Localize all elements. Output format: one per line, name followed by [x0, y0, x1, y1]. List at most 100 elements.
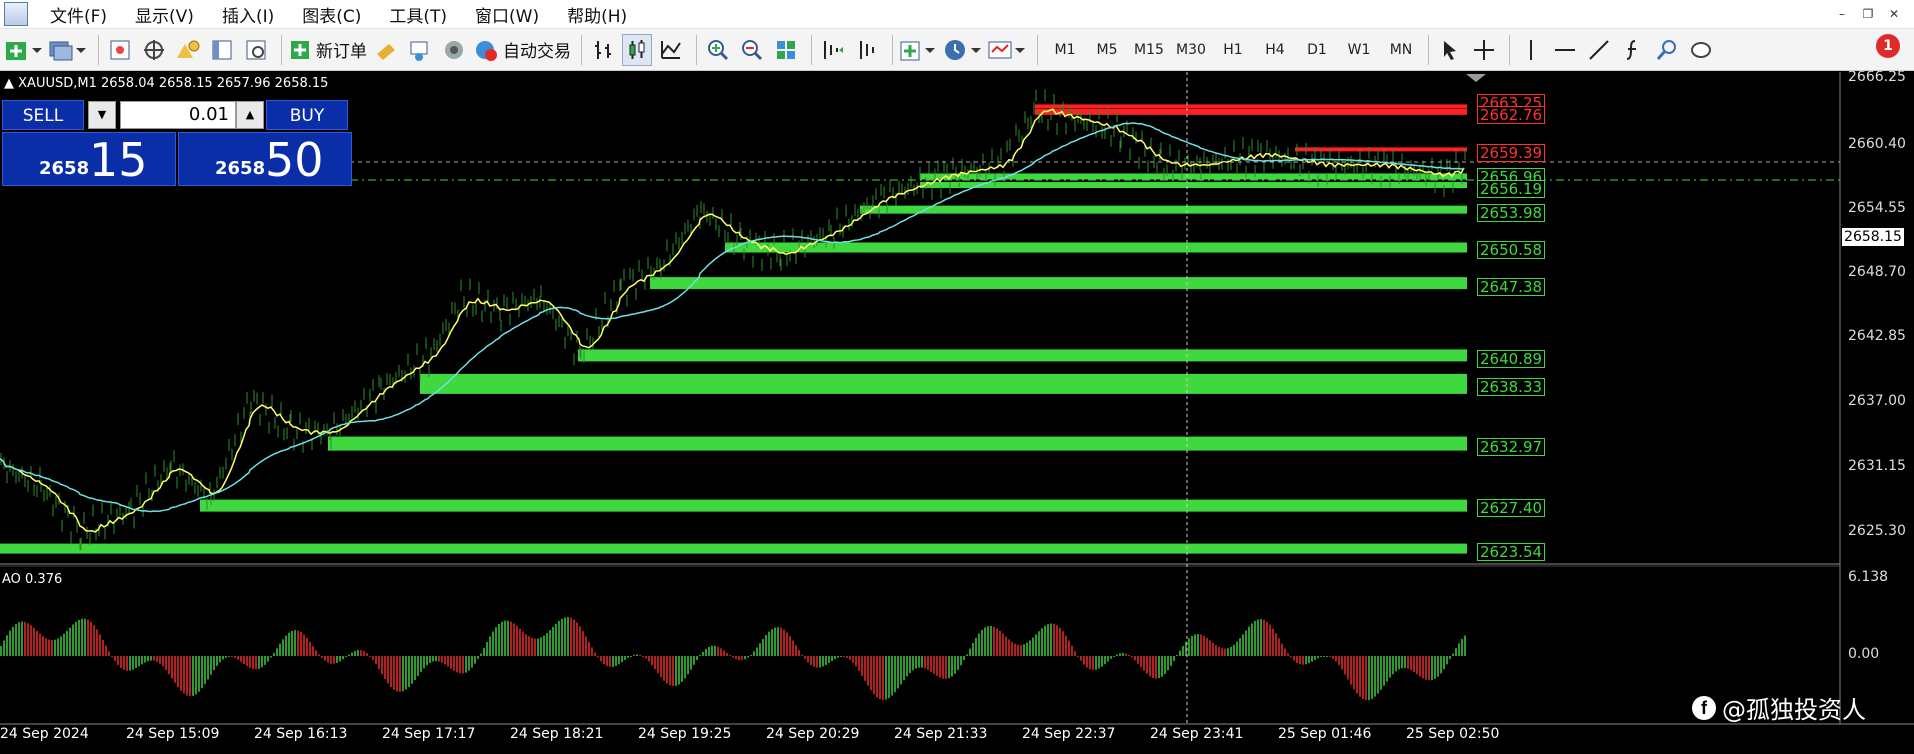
ao-bar	[582, 631, 584, 656]
minimize-icon[interactable]: –	[1830, 3, 1854, 25]
menu-window[interactable]: 窗口(W)	[461, 2, 553, 27]
ao-bar	[1254, 620, 1256, 656]
sell-price-box[interactable]: 2658 15	[2, 132, 176, 187]
buy-price-box[interactable]: 2658 50	[178, 132, 352, 187]
auto-trading-button[interactable]: 自动交易	[473, 34, 571, 66]
ao-bar	[1128, 655, 1130, 656]
terminal-icon[interactable]	[207, 34, 237, 66]
ao-bar	[495, 627, 497, 656]
indicators-icon[interactable]	[899, 34, 939, 66]
ao-bar	[726, 652, 728, 656]
ao-bar	[1029, 640, 1031, 656]
ao-bar	[636, 654, 638, 656]
menu-view[interactable]: 显示(V)	[121, 2, 208, 27]
signals-icon[interactable]	[439, 34, 469, 66]
profiles-icon[interactable]	[48, 34, 88, 66]
ao-bar	[372, 656, 374, 660]
candlestick-icon[interactable]	[622, 33, 652, 66]
sell-price-big: 15	[89, 133, 148, 187]
timeframe-m5[interactable]: M5	[1092, 42, 1122, 58]
timeframe-h4[interactable]: H4	[1260, 42, 1290, 58]
menu-charts[interactable]: 图表(C)	[288, 2, 375, 27]
fibonacci-icon[interactable]	[1618, 34, 1648, 66]
ao-bar	[954, 656, 956, 674]
chart-shift-marker[interactable]	[1466, 74, 1486, 82]
lot-size-input[interactable]: 0.01	[120, 101, 236, 129]
close-icon[interactable]: ✕	[1882, 3, 1906, 25]
notification-badge[interactable]: 1	[1876, 34, 1900, 58]
price-axis-label: 2648.70	[1848, 264, 1906, 280]
sell-button[interactable]: SELL	[2, 100, 84, 130]
ao-bar	[1377, 656, 1379, 694]
periods-icon[interactable]	[943, 34, 983, 66]
horizontal-line-icon[interactable]	[1550, 34, 1580, 66]
menu-help[interactable]: 帮助(H)	[553, 2, 641, 27]
strategy-tester-icon[interactable]	[241, 34, 271, 66]
timeframe-d1[interactable]: D1	[1302, 42, 1332, 58]
text-tool-icon[interactable]	[1652, 34, 1682, 66]
ao-bar	[225, 656, 227, 658]
auto-scroll-icon[interactable]	[818, 34, 848, 66]
market-watch-icon[interactable]	[105, 34, 135, 66]
menu-insert[interactable]: 插入(I)	[208, 2, 288, 27]
timeframe-mn[interactable]: MN	[1386, 42, 1416, 58]
lot-increase-icon[interactable]: ▲	[236, 101, 264, 129]
ao-bar	[921, 656, 923, 668]
ao-bar	[798, 650, 800, 656]
ao-bar	[141, 656, 143, 665]
level-label: 2623.54	[1477, 543, 1546, 561]
timeframe-m15[interactable]: M15	[1134, 42, 1164, 58]
zoom-in-icon[interactable]	[703, 34, 733, 66]
line-chart-icon[interactable]	[656, 34, 686, 66]
ao-bar	[1359, 656, 1361, 697]
timeframe-h1[interactable]: H1	[1218, 42, 1248, 58]
ao-bar	[399, 656, 401, 692]
crosshair-icon[interactable]	[1469, 34, 1499, 66]
timeframe-m30[interactable]: M30	[1176, 42, 1206, 58]
data-window-icon[interactable]	[139, 34, 169, 66]
mql-community-icon[interactable]	[405, 34, 435, 66]
templates-icon[interactable]	[987, 34, 1027, 66]
level-zone	[578, 349, 1467, 362]
cursor-icon[interactable]	[1435, 34, 1465, 66]
ao-bar	[1041, 628, 1043, 656]
new-chart-icon[interactable]	[4, 34, 44, 66]
ao-bar	[1251, 623, 1253, 656]
ao-bar	[783, 629, 785, 656]
ao-bar	[753, 651, 755, 656]
time-axis-label: 24 Sep 20:29	[766, 726, 860, 742]
zoom-out-icon[interactable]	[737, 34, 767, 66]
sell-price-small: 2658	[39, 158, 90, 179]
ao-bar	[759, 643, 761, 656]
ao-bar	[1368, 656, 1370, 701]
lot-decrease-icon[interactable]: ▼	[88, 101, 116, 129]
ao-bar	[909, 656, 911, 673]
menu-tools[interactable]: 工具(T)	[375, 2, 461, 27]
ao-bar	[1119, 653, 1121, 656]
chat-icon[interactable]	[1686, 34, 1716, 66]
vertical-line-icon[interactable]	[1516, 34, 1546, 66]
ao-bar	[1062, 631, 1064, 656]
ao-bar	[696, 656, 698, 661]
new-order-button[interactable]: 新订单	[288, 34, 367, 66]
restore-icon[interactable]: ❐	[1856, 3, 1880, 25]
menu-file[interactable]: 文件(F)	[36, 2, 121, 27]
ao-axis-label: 6.138	[1848, 569, 1889, 585]
ao-bar	[744, 656, 746, 660]
ao-bar	[1320, 656, 1322, 657]
ao-bar	[1227, 648, 1229, 656]
ao-bar	[93, 625, 95, 656]
bar-chart-icon[interactable]	[588, 34, 618, 66]
tile-windows-icon[interactable]	[771, 34, 801, 66]
chart-shift-icon[interactable]	[852, 34, 882, 66]
chart-window[interactable]: ▲ XAUUSD,M1 2658.04 2658.15 2657.96 2658…	[0, 69, 1914, 754]
meta-editor-icon[interactable]	[371, 34, 401, 66]
navigator-icon[interactable]	[173, 34, 203, 66]
timeframe-w1[interactable]: W1	[1344, 42, 1374, 58]
ao-bar	[1371, 656, 1373, 699]
ao-bar	[48, 639, 50, 656]
buy-button[interactable]: BUY	[266, 100, 348, 130]
ao-bar	[177, 656, 179, 688]
timeframe-m1[interactable]: M1	[1050, 42, 1080, 58]
trendline-icon[interactable]	[1584, 34, 1614, 66]
